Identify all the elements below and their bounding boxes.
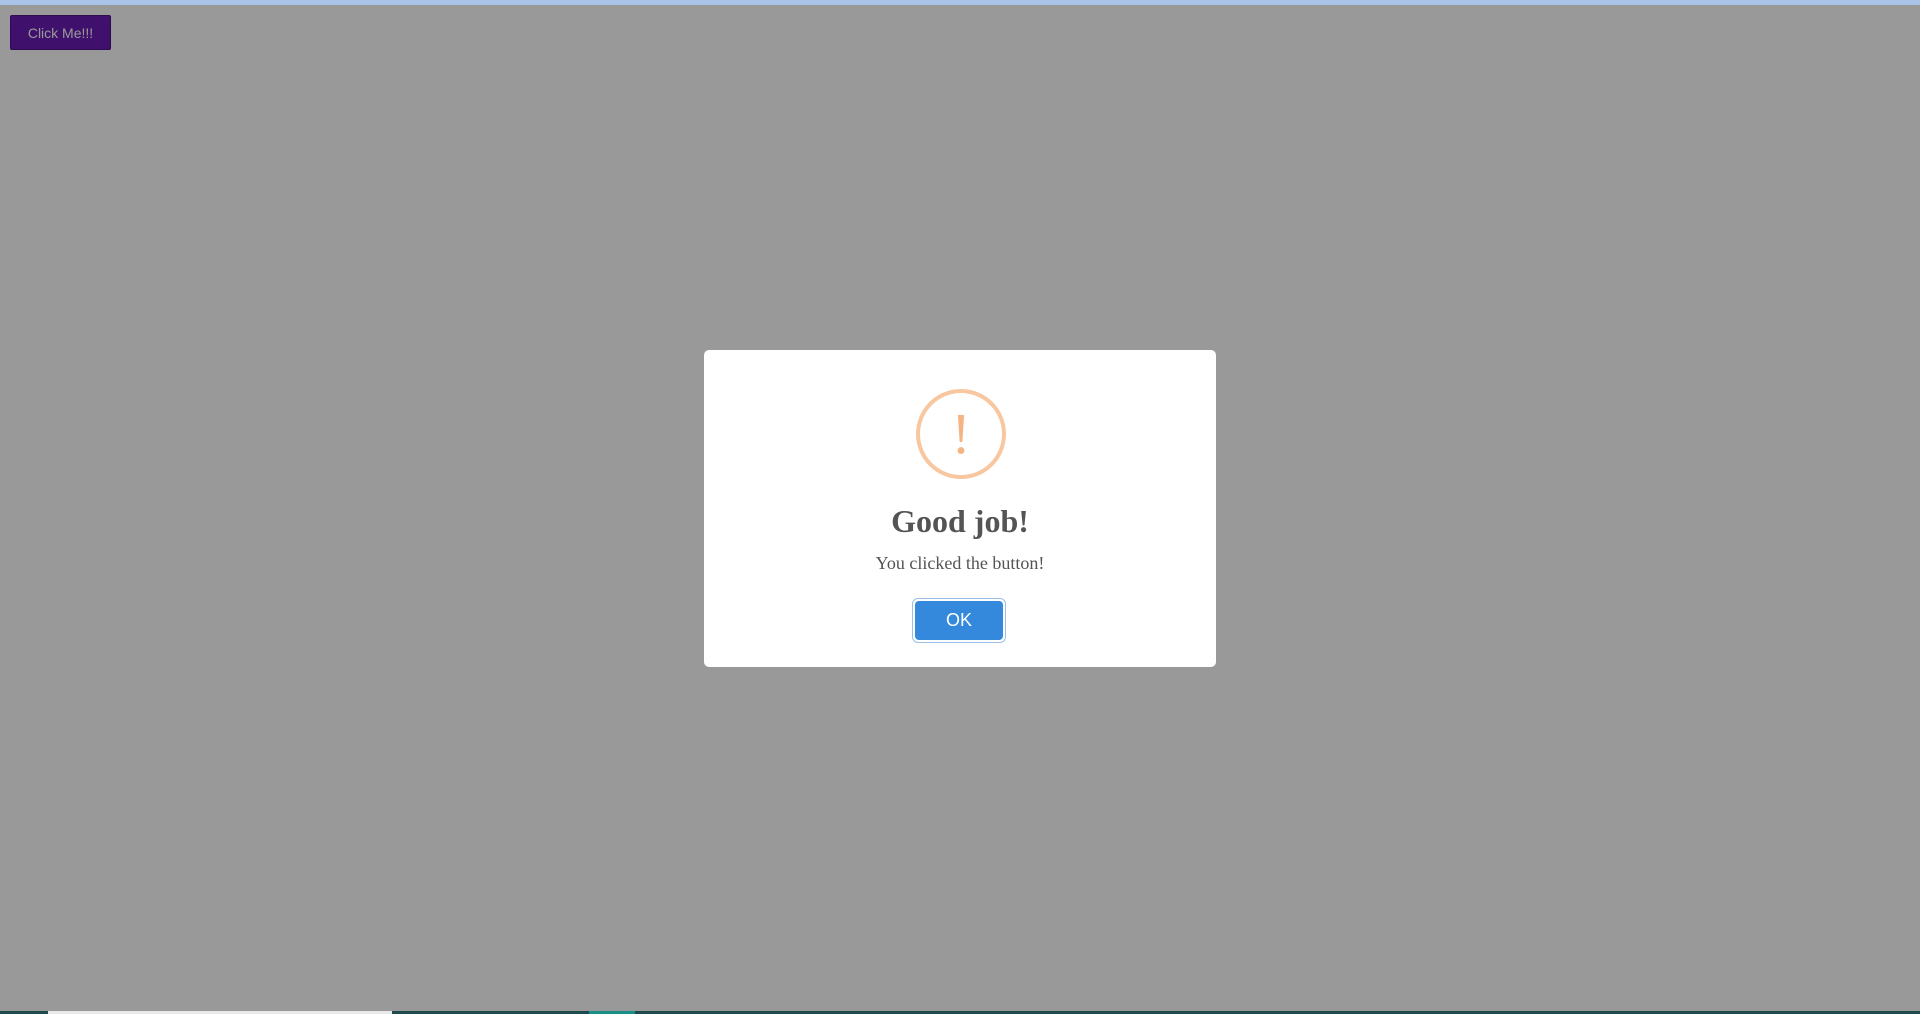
exclamation-icon: ! [951,401,971,466]
dialog-title: Good job! [891,503,1029,539]
alert-dialog: ! Good job! You clicked the button! OK [704,350,1216,667]
warning-icon: ! [916,389,1006,479]
ok-button-focus-ring: OK [912,598,1006,643]
dialog-message: You clicked the button! [875,553,1045,573]
ok-button[interactable]: OK [915,601,1003,640]
